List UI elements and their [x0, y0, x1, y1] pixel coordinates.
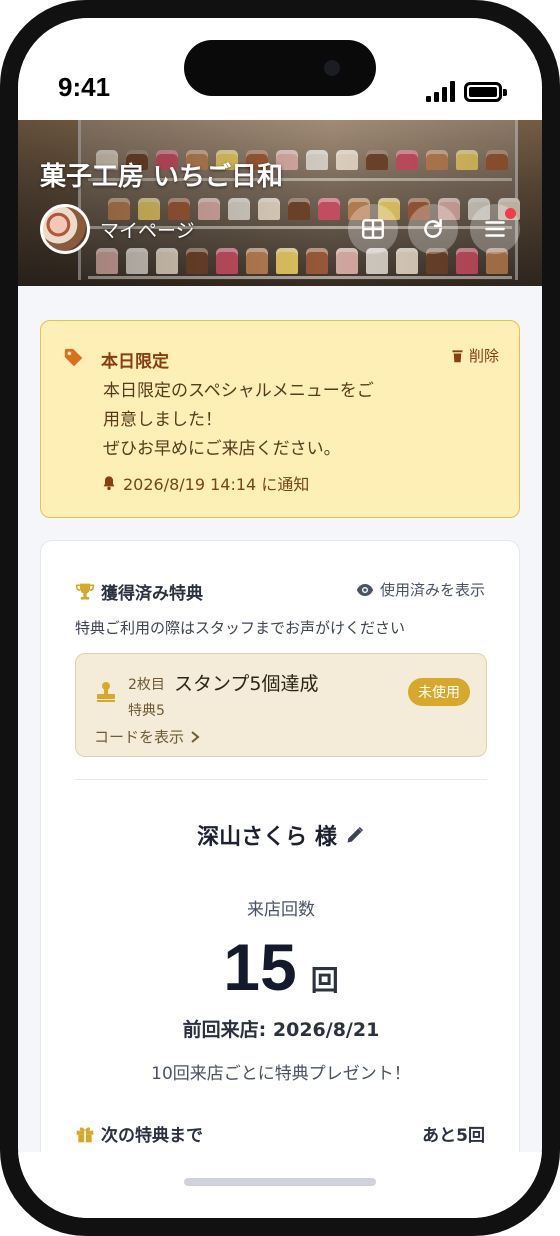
coupon-card[interactable]: 2枚目 スタンプ5個達成 特典5 未使用 コードを表示 [75, 653, 487, 757]
next-reward-remaining: あと5回 [422, 1126, 485, 1146]
tag-icon [64, 348, 83, 367]
show-used-label: 使用済みを表示 [379, 581, 485, 599]
notice-title: 本日限定 [101, 352, 169, 372]
notice-line: ぜひお早めにご来店ください。 [103, 439, 341, 459]
last-visit-date: 前回来店: 2026/8/21 [182, 1019, 380, 1041]
header-banner: 菓子工房 いちご日和 マイページ [18, 120, 542, 286]
home-indicator[interactable] [184, 1178, 376, 1186]
member-card: 獲得済み特典 使用済みを表示 特典ご利用の際はスタッフまでお声がけください 2枚… [40, 540, 520, 1218]
coupon-status-badge: 未使用 [408, 678, 470, 706]
coupon-rank: 2枚目 [128, 677, 165, 693]
signal-icon [426, 80, 458, 102]
notice-delete-button[interactable]: 削除 [450, 345, 499, 366]
divider [75, 779, 487, 780]
shop-name: 菓子工房 いちご日和 [40, 162, 284, 192]
menu-button[interactable] [470, 204, 520, 254]
promo-text: 10回来店ごとに特典プレゼント！ [151, 1064, 411, 1084]
delete-label: 削除 [468, 347, 499, 365]
visit-count-number: 15 [223, 930, 297, 1004]
trophy-icon [75, 583, 95, 599]
status-bar: 9:41 [18, 18, 542, 120]
screen: 9:41 菓子工房 いちご日和 マイページ 本日限定 削除 本日限定のスペシャル… [18, 18, 542, 1218]
menu-icon [485, 221, 505, 237]
visits-label: 来店回数 [247, 900, 315, 920]
phone-frame: 9:41 菓子工房 いちご日和 マイページ 本日限定 削除 本日限定のスペシャル… [0, 0, 560, 1236]
gift-icon [76, 1126, 94, 1142]
benefits-header: 獲得済み特典 [75, 579, 203, 604]
show-code-label: コードを表示 [94, 728, 185, 746]
chevron-right-icon [191, 730, 200, 743]
avatar[interactable] [40, 204, 90, 254]
status-time: 9:41 [58, 72, 111, 102]
mypage-title: マイページ [100, 220, 195, 242]
next-reward-header: 次の特典まで [75, 1121, 203, 1146]
stamp-icon [97, 682, 115, 702]
next-reward-label: 次の特典まで [101, 1126, 203, 1146]
notice-time-text: 2026/8/19 14:14 に通知 [123, 475, 310, 494]
notice-line: 本日限定のスペシャルメニューをご [103, 381, 374, 401]
refresh-icon [424, 219, 442, 238]
benefits-note: 特典ご利用の際はスタッフまでお声がけください [75, 619, 406, 637]
pencil-icon[interactable] [345, 825, 365, 845]
eye-icon [356, 583, 374, 596]
dynamic-island [184, 40, 376, 96]
grid-icon [362, 219, 384, 239]
main-content: 本日限定 削除 本日限定のスペシャルメニューをご 用意しました！ ぜひお早めにご… [18, 286, 542, 1218]
benefits-title: 獲得済み特典 [101, 584, 203, 604]
grid-button[interactable] [348, 204, 398, 254]
refresh-button[interactable] [408, 204, 458, 254]
visit-count-unit: 回 [310, 964, 339, 997]
bell-icon [103, 476, 115, 490]
notice-body: 本日限定のスペシャルメニューをご 用意しました！ ぜひお早めにご来店ください。 [103, 377, 443, 464]
notification-dot [505, 208, 516, 219]
notice-card: 本日限定 削除 本日限定のスペシャルメニューをご 用意しました！ ぜひお早めにご… [40, 320, 520, 518]
show-code-link[interactable]: コードを表示 [94, 726, 200, 747]
notice-timestamp: 2026/8/19 14:14 に通知 [101, 471, 309, 495]
member-name-row: 深山さくら 様 [41, 819, 521, 851]
battery-icon [464, 82, 507, 102]
home-bar-area [18, 1152, 542, 1218]
visit-count: 15 回 [41, 929, 521, 1005]
coupon-title: スタンプ5個達成 [174, 673, 319, 695]
show-used-toggle[interactable]: 使用済みを表示 [356, 579, 485, 600]
notice-line: 用意しました！ [103, 410, 222, 430]
member-name: 深山さくら 様 [197, 825, 337, 850]
coupon-subtitle: 特典5 [128, 703, 165, 719]
trash-icon [452, 349, 463, 362]
